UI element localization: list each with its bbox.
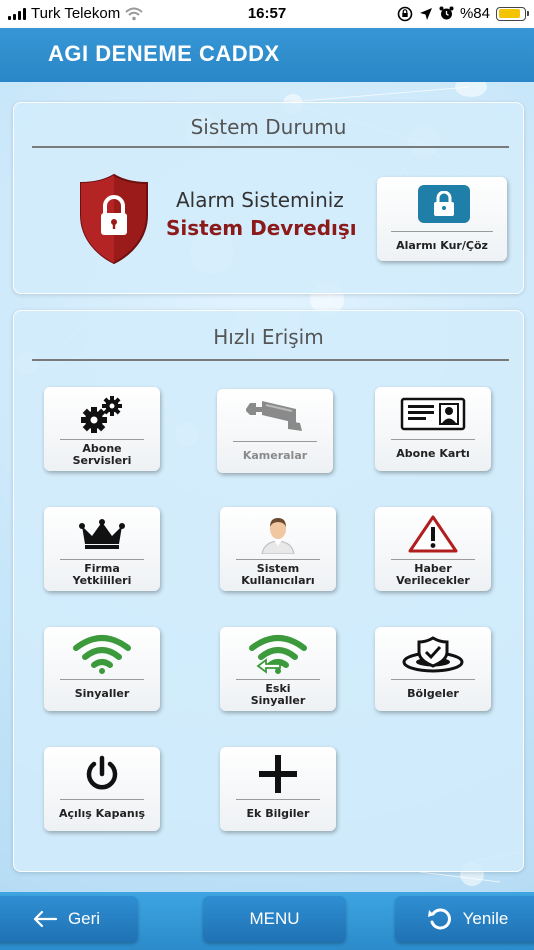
divider bbox=[391, 559, 475, 560]
battery-fill bbox=[498, 9, 520, 18]
tile-label: Firma Yetkilileri bbox=[72, 562, 132, 587]
menu-button[interactable]: MENU bbox=[203, 896, 346, 942]
gears-icon bbox=[44, 393, 160, 435]
tile-label: Eski Sinyaller bbox=[250, 682, 306, 707]
divider bbox=[60, 439, 144, 440]
system-status-panel: Sistem Durumu Alarm Sisteminiz Sistem De… bbox=[13, 102, 524, 294]
shield-lock-icon bbox=[80, 173, 148, 265]
tile-acilis-kapanis[interactable]: Açılış Kapanış bbox=[44, 747, 160, 831]
alarm-label: Alarm Sisteminiz bbox=[176, 188, 344, 212]
tile-label: Kameralar bbox=[242, 449, 308, 462]
arm-disarm-button[interactable]: Alarmı Kur/Çöz bbox=[377, 177, 507, 261]
divider bbox=[60, 799, 144, 800]
tile-abone-servisleri[interactable]: Abone Servisleri bbox=[44, 387, 160, 471]
battery-percent: %84 bbox=[459, 5, 490, 22]
refresh-icon bbox=[427, 908, 451, 930]
tile-haber-verilecekler[interactable]: Haber Verilecekler bbox=[375, 507, 491, 591]
divider bbox=[391, 679, 475, 680]
divider bbox=[391, 231, 493, 232]
divider bbox=[32, 146, 509, 148]
divider bbox=[391, 439, 475, 440]
lock-icon bbox=[418, 185, 470, 223]
tile-eski-sinyaller[interactable]: Eski Sinyaller bbox=[220, 627, 336, 711]
tile-bolgeler[interactable]: Bölgeler bbox=[375, 627, 491, 711]
page-title: AGI DENEME CADDX bbox=[48, 41, 280, 66]
power-icon bbox=[44, 753, 160, 795]
location-icon bbox=[419, 7, 432, 20]
tile-label: Sinyaller bbox=[74, 687, 130, 700]
back-label: Geri bbox=[67, 909, 101, 928]
divider bbox=[236, 559, 320, 560]
alarm-status-text: Sistem Devredışı bbox=[166, 216, 357, 240]
screen-lock-icon bbox=[397, 6, 413, 21]
wifi-signal-icon bbox=[44, 633, 160, 675]
refresh-label: Yenile bbox=[462, 909, 509, 928]
divider bbox=[233, 441, 317, 442]
divider bbox=[60, 559, 144, 560]
tile-label: Abone Kartı bbox=[396, 447, 470, 460]
divider bbox=[236, 679, 320, 680]
crown-icon bbox=[44, 513, 160, 555]
tile-kameralar[interactable]: Kameralar bbox=[217, 389, 333, 473]
quick-access-title: Hızlı Erişim bbox=[213, 325, 324, 349]
divider bbox=[60, 679, 144, 680]
alarm-clock-icon bbox=[439, 6, 454, 20]
tile-label: Haber Verilecekler bbox=[396, 562, 470, 587]
tile-label: Açılış Kapanış bbox=[58, 807, 146, 820]
status-bar: Turk Telekom 16:57 %84 bbox=[0, 0, 534, 28]
menu-label: MENU bbox=[249, 909, 300, 928]
system-status-title: Sistem Durumu bbox=[190, 115, 347, 139]
status-right: %84 bbox=[397, 5, 529, 22]
content-area: Sistem Durumu Alarm Sisteminiz Sistem De… bbox=[0, 82, 534, 892]
refresh-button[interactable]: Yenile bbox=[395, 896, 534, 942]
warning-icon bbox=[375, 513, 491, 555]
tile-label: Sistem Kullanıcıları bbox=[241, 562, 315, 587]
arm-disarm-label: Alarmı Kur/Çöz bbox=[396, 239, 488, 252]
user-icon bbox=[220, 513, 336, 555]
battery-icon bbox=[496, 6, 529, 21]
quick-access-panel: Hızlı Erişim Abone Servisleri Kameralar … bbox=[13, 310, 524, 872]
tile-label: Bölgeler bbox=[407, 687, 459, 700]
zones-icon bbox=[375, 633, 491, 675]
bottom-nav: Geri MENU Yenile bbox=[0, 892, 534, 950]
plus-icon bbox=[220, 753, 336, 795]
tile-label: Ek Bilgiler bbox=[246, 807, 310, 820]
tile-ek-bilgiler[interactable]: Ek Bilgiler bbox=[220, 747, 336, 831]
app-header: AGI DENEME CADDX bbox=[0, 28, 534, 82]
camera-icon bbox=[217, 395, 333, 437]
id-card-icon bbox=[375, 393, 491, 435]
tile-label: Abone Servisleri bbox=[72, 442, 132, 467]
tile-sistem-kullanicilari[interactable]: Sistem Kullanıcıları bbox=[220, 507, 336, 591]
divider bbox=[32, 359, 509, 361]
tile-abone-karti[interactable]: Abone Kartı bbox=[375, 387, 491, 471]
tile-sinyaller[interactable]: Sinyaller bbox=[44, 627, 160, 711]
old-signal-icon bbox=[220, 633, 336, 675]
back-button[interactable]: Geri bbox=[0, 896, 138, 942]
divider bbox=[236, 799, 320, 800]
arrow-left-icon bbox=[33, 910, 58, 928]
tile-firma-yetkilileri[interactable]: Firma Yetkilileri bbox=[44, 507, 160, 591]
